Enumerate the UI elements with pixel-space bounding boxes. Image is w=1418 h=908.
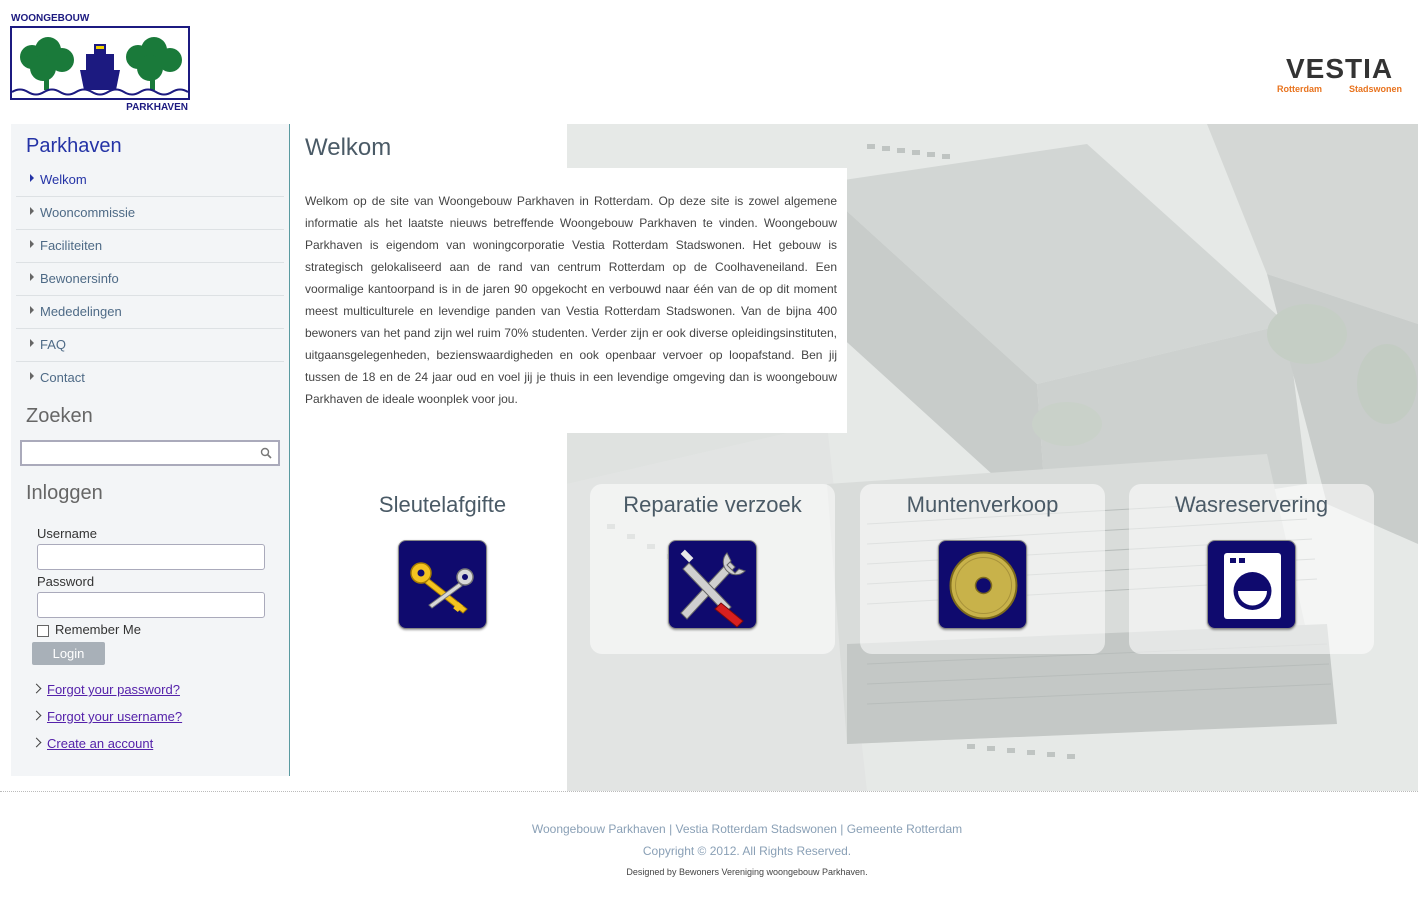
tools-icon[interactable] [668, 540, 757, 629]
footer-designed-by: Designed by Bewoners Vereniging woongebo… [626, 867, 868, 877]
menu-item-label: Bewonersinfo [40, 271, 119, 286]
menu-item-label: Contact [40, 370, 85, 385]
menu-item-contact[interactable]: Contact [16, 362, 284, 395]
remember-me-label: Remember Me [55, 622, 141, 637]
forgot-username-label[interactable]: Forgot your username? [47, 709, 182, 724]
search-input[interactable] [26, 443, 256, 463]
menu-item-wooncommissie[interactable]: Wooncommissie [16, 197, 284, 230]
page-title: Welkom [305, 134, 392, 161]
tile-wasreservering[interactable]: Wasreservering [1129, 484, 1374, 654]
login-button[interactable]: Login [32, 642, 105, 665]
menu-item-label: Wooncommissie [40, 205, 136, 220]
username-label: Username [37, 526, 97, 541]
password-label: Password [37, 574, 95, 589]
washing-machine-icon[interactable] [1207, 540, 1296, 629]
menu-item-label: Welkom [40, 172, 87, 187]
tile-sleutelafgifte[interactable]: Sleutelafgifte [320, 484, 565, 654]
tile-title: Sleutelafgifte [378, 492, 507, 517]
tile-reparatie-verzoek[interactable]: Reparatie verzoek [590, 484, 835, 654]
footer-copyright: Copyright © 2012. All Rights Reserved. [642, 844, 852, 858]
svg-text:VESTIA: VESTIA [1286, 53, 1393, 84]
menu-item-label: FAQ [40, 337, 67, 352]
chevron-right-icon [31, 737, 42, 748]
vestia-logo[interactable]: VESTIA Rotterdam Stadswonen [1276, 50, 1406, 98]
chevron-right-icon [31, 710, 42, 721]
svg-text:Rotterdam: Rotterdam [1277, 84, 1322, 94]
tile-title: Muntenverkoop [906, 492, 1059, 517]
keys-icon[interactable] [398, 540, 487, 629]
svg-text:Stadswonen: Stadswonen [1349, 84, 1402, 94]
arrow-right-icon [30, 240, 34, 248]
tile-muntenverkoop[interactable]: Muntenverkoop [860, 484, 1105, 654]
sidebar-title: Parkhaven [26, 135, 122, 157]
menu-item-mededelingen[interactable]: Mededelingen [16, 296, 284, 329]
arrow-right-icon [30, 174, 34, 182]
sidebar: Parkhaven Welkom Wooncommissie Facilitei… [11, 124, 290, 776]
coin-icon[interactable] [938, 540, 1027, 629]
footer-links[interactable]: Woongebouw Parkhaven | Vestia Rotterdam … [0, 822, 1418, 836]
search-heading: Zoeken [26, 405, 93, 427]
create-account-label[interactable]: Create an account [47, 736, 153, 751]
menu-item-label: Faciliteiten [40, 238, 103, 253]
menu-item-faciliteiten[interactable]: Faciliteiten [16, 230, 284, 263]
header: WOONGEBOUW PARKHAVEN VESTIA Rotterdam St… [0, 0, 1418, 120]
forgot-password-label[interactable]: Forgot your password? [47, 682, 180, 697]
search-box [20, 440, 280, 466]
svg-text:PARKHAVEN: PARKHAVEN [126, 102, 188, 113]
welcome-text: Welkom op de site van Woongebouw Parkhav… [305, 194, 837, 406]
remember-me-checkbox[interactable] [37, 625, 49, 637]
arrow-right-icon [30, 273, 34, 281]
menu-item-faq[interactable]: FAQ [16, 329, 284, 362]
footer: Woongebouw Parkhaven | Vestia Rotterdam … [0, 791, 1418, 908]
tile-title: Wasreservering [1174, 492, 1329, 517]
password-field[interactable] [37, 592, 265, 618]
search-icon[interactable] [260, 447, 272, 459]
username-field[interactable] [37, 544, 265, 570]
svg-text:WOONGEBOUW: WOONGEBOUW [11, 13, 90, 24]
arrow-right-icon [30, 306, 34, 314]
main-menu: Welkom Wooncommissie Faciliteiten Bewone… [16, 164, 284, 395]
arrow-right-icon [30, 339, 34, 347]
tile-title: Reparatie verzoek [623, 492, 802, 517]
menu-item-bewonersinfo[interactable]: Bewonersinfo [16, 263, 284, 296]
chevron-right-icon [31, 683, 42, 694]
arrow-right-icon [30, 372, 34, 380]
welcome-section: Welkom Welkom op de site van Woongebouw … [291, 124, 847, 433]
login-heading: Inloggen [26, 482, 103, 504]
woongebouw-parkhaven-logo[interactable]: WOONGEBOUW PARKHAVEN [10, 10, 192, 114]
menu-item-label: Mededelingen [40, 304, 122, 319]
menu-item-welkom[interactable]: Welkom [16, 164, 284, 197]
arrow-right-icon [30, 207, 34, 215]
